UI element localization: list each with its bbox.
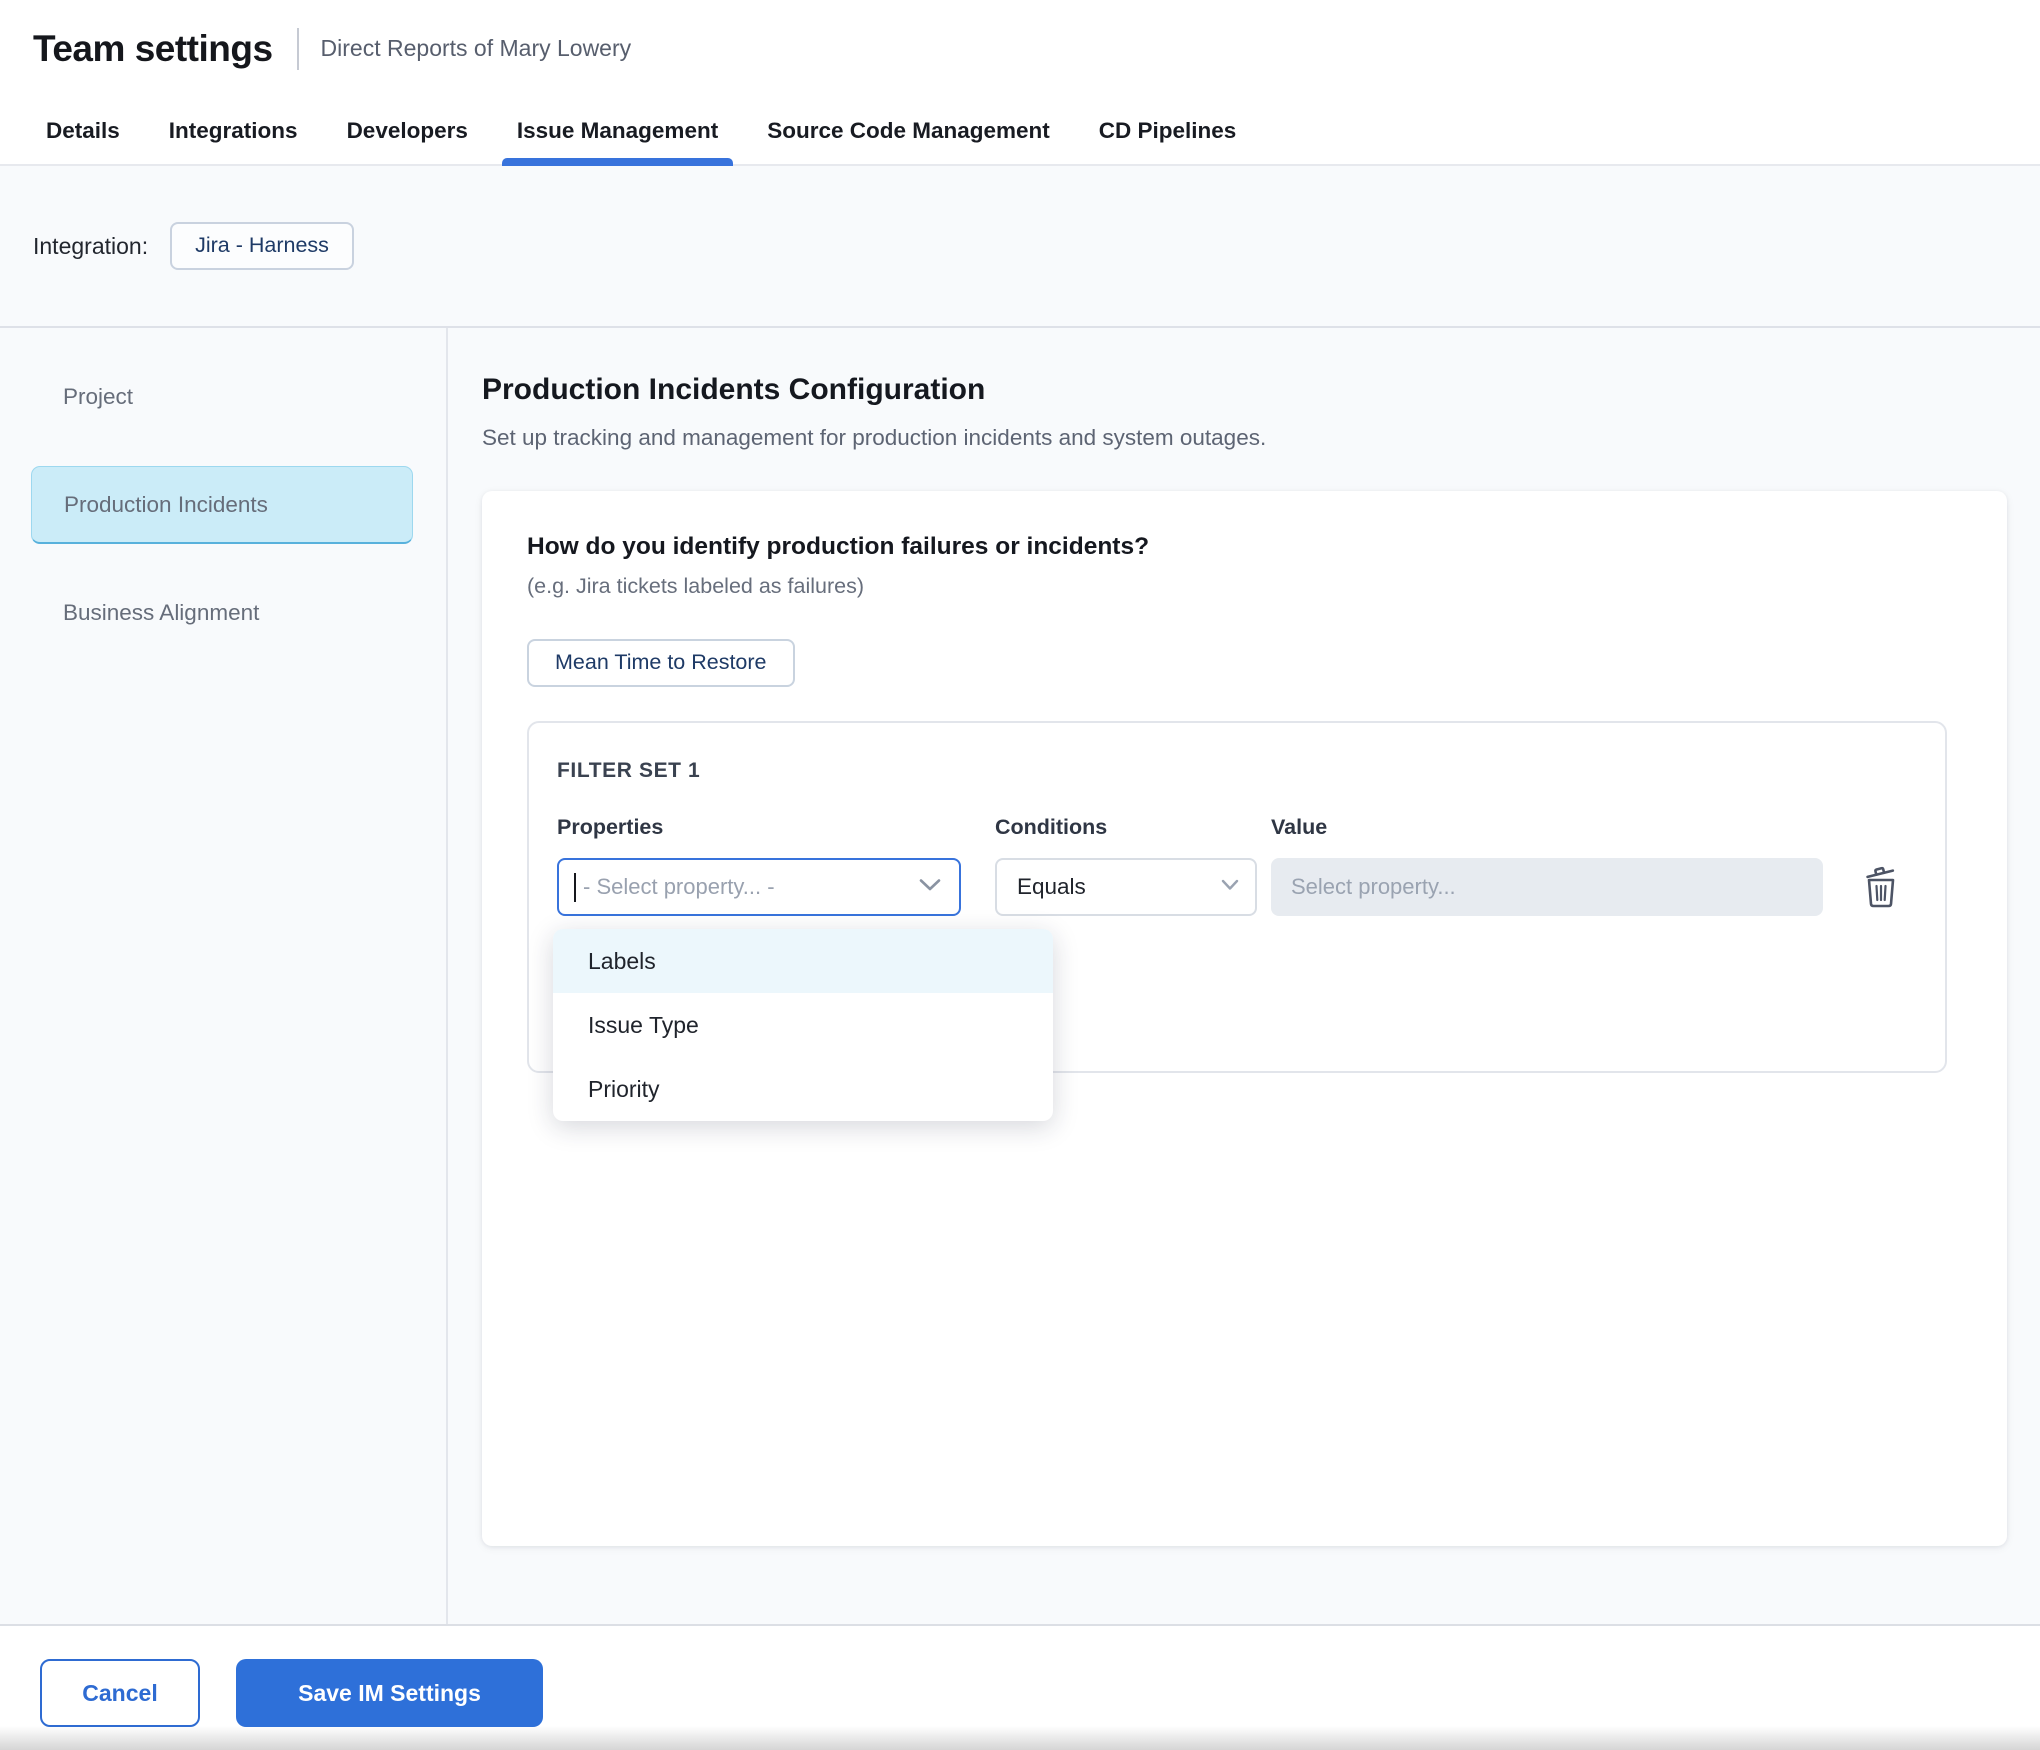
property-dropdown: Labels Issue Type Priority	[553, 929, 1053, 1121]
sidebar-item-project[interactable]: Project	[31, 358, 413, 436]
property-select-wrap: - Select property... - Labels Issue Type	[557, 858, 961, 916]
section-description: Set up tracking and management for produ…	[482, 425, 2007, 451]
dropdown-option-priority[interactable]: Priority	[553, 1057, 1053, 1121]
filter-set-card: FILTER SET 1 Properties Conditions Value…	[527, 721, 1947, 1073]
delete-filter-button[interactable]	[1861, 863, 1903, 912]
integration-row: Integration: Jira - Harness	[0, 166, 2040, 328]
identify-hint: (e.g. Jira tickets labeled as failures)	[527, 574, 1947, 599]
property-select[interactable]: - Select property... -	[557, 858, 961, 916]
property-select-placeholder: - Select property... -	[583, 874, 911, 900]
value-input[interactable]	[1271, 858, 1823, 916]
filter-set-title: FILTER SET 1	[557, 759, 1917, 783]
page-title: Team settings	[33, 28, 273, 70]
main-panel: Production Incidents Configuration Set u…	[448, 328, 2040, 1624]
settings-sidebar: Project Production Incidents Business Al…	[0, 328, 448, 1624]
tab-cd-pipelines[interactable]: CD Pipelines	[1084, 97, 1252, 164]
text-cursor	[574, 873, 576, 902]
incidents-config-card: How do you identify production failures …	[482, 491, 2007, 1546]
tab-issue-management[interactable]: Issue Management	[502, 97, 733, 164]
tab-details[interactable]: Details	[31, 97, 135, 164]
condition-select[interactable]: Equals	[995, 858, 1257, 916]
value-column-header: Value	[1271, 815, 1823, 840]
title-separator	[297, 28, 299, 70]
cancel-button[interactable]: Cancel	[40, 1659, 200, 1727]
chevron-down-icon	[919, 878, 941, 897]
dropdown-option-issue-type[interactable]: Issue Type	[553, 993, 1053, 1057]
content-area: Project Production Incidents Business Al…	[0, 328, 2040, 1624]
footer-action-bar: Cancel Save IM Settings	[0, 1624, 2040, 1749]
condition-selected-value: Equals	[1017, 874, 1213, 900]
chevron-down-icon	[1221, 878, 1239, 896]
conditions-column-header: Conditions	[995, 815, 1257, 840]
properties-column-header: Properties	[557, 815, 961, 840]
settings-tab-bar: Details Integrations Developers Issue Ma…	[0, 97, 2040, 166]
filter-column-headers: Properties Conditions Value	[557, 815, 1917, 840]
page-header: Team settings Direct Reports of Mary Low…	[0, 0, 2040, 97]
save-im-settings-button[interactable]: Save IM Settings	[236, 1659, 543, 1727]
tab-integrations[interactable]: Integrations	[154, 97, 313, 164]
tab-source-code-management[interactable]: Source Code Management	[752, 97, 1065, 164]
tab-developers[interactable]: Developers	[332, 97, 483, 164]
trash-icon	[1861, 863, 1903, 912]
integration-chip[interactable]: Jira - Harness	[170, 222, 354, 270]
mean-time-to-restore-chip[interactable]: Mean Time to Restore	[527, 639, 795, 687]
dropdown-option-labels[interactable]: Labels	[553, 929, 1053, 993]
sidebar-item-business-alignment[interactable]: Business Alignment	[31, 574, 413, 652]
filter-row: - Select property... - Labels Issue Type	[557, 858, 1917, 916]
section-title: Production Incidents Configuration	[482, 373, 2007, 407]
integration-label: Integration:	[33, 233, 148, 260]
page-subtitle: Direct Reports of Mary Lowery	[321, 35, 632, 62]
sidebar-item-production-incidents[interactable]: Production Incidents	[31, 466, 413, 544]
identify-question: How do you identify production failures …	[527, 533, 1947, 561]
